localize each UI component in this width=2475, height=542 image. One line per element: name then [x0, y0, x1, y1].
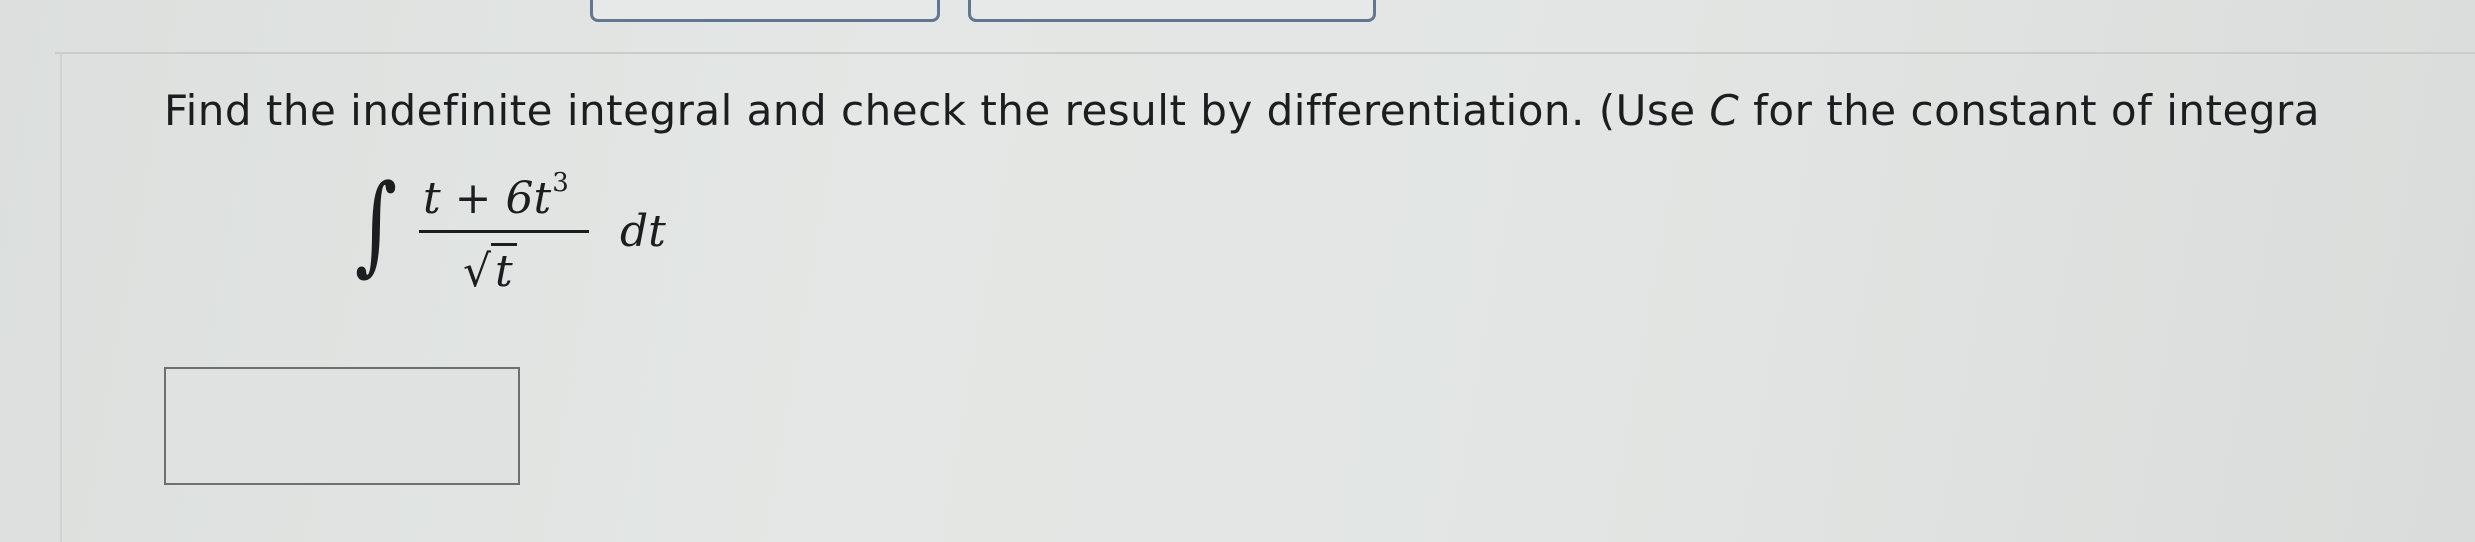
constant-variable: C — [1709, 86, 1740, 135]
toolbar-button-2[interactable] — [968, 0, 1376, 22]
integral-expression: ∫ t + 6t3 √t dt — [355, 150, 695, 320]
integral-sign: ∫ — [355, 162, 398, 287]
left-margin-rule — [60, 52, 62, 542]
answer-input[interactable] — [164, 367, 520, 485]
numerator-exponent: 3 — [552, 168, 569, 198]
radicand: t — [491, 243, 517, 297]
question-suffix: for the constant of integra — [1739, 86, 2321, 135]
denominator: √t — [463, 243, 517, 297]
toolbar-button-1[interactable] — [590, 0, 940, 22]
numerator-base: t + 6t — [423, 173, 552, 224]
header-divider — [55, 52, 2475, 54]
question-text: Find the indefinite integral and check t… — [164, 86, 2320, 135]
question-prefix: Find the indefinite integral and check t… — [164, 86, 1710, 135]
radical-sign: √ — [463, 246, 492, 297]
top-toolbar — [0, 0, 2475, 42]
differential: dt — [620, 206, 666, 257]
fraction-bar — [419, 230, 589, 233]
numerator: t + 6t3 — [423, 168, 569, 224]
